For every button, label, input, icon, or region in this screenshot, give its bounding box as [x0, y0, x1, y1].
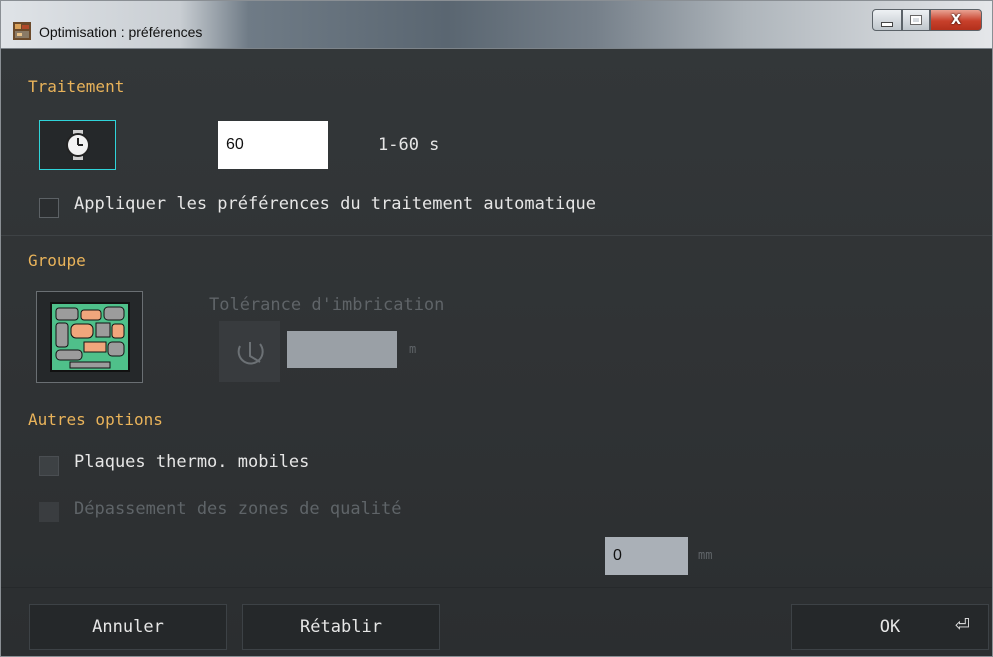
cancel-button-label: Annuler [92, 617, 164, 637]
reset-button-label: Rétablir [300, 617, 382, 637]
ok-button[interactable]: OK ⏎ [791, 604, 989, 650]
mobile-plates-label: Plaques thermo. mobiles [74, 452, 310, 472]
maximize-button[interactable] [902, 9, 930, 31]
mobile-plates-checkbox[interactable] [39, 456, 59, 476]
enter-key-icon: ⏎ [954, 615, 970, 636]
quality-zone-unit: mm [698, 548, 713, 562]
section-title-autres-options: Autres options [28, 410, 163, 429]
tolerance-label: Tolérance d'imbrication [209, 295, 445, 315]
close-icon: X [950, 12, 962, 28]
title-bar[interactable]: Optimisation : préférences X [1, 1, 992, 49]
tolerance-input [287, 331, 397, 368]
stopwatch-icon [65, 130, 90, 160]
dialog-content: Traitement 60 1-60 s Appliquer les préfé… [1, 49, 992, 656]
app-icon [13, 22, 31, 40]
group-nesting-button[interactable] [36, 291, 143, 383]
section-title-groupe: Groupe [28, 251, 86, 270]
section-divider [1, 235, 992, 236]
processing-time-range: 1-60 s [378, 135, 440, 155]
minimize-button[interactable] [872, 9, 902, 31]
section-title-traitement: Traitement [28, 77, 125, 96]
stopwatch-button[interactable] [39, 120, 116, 170]
window-controls: X [872, 9, 982, 31]
nesting-layout-icon [49, 302, 130, 372]
footer-divider [1, 587, 992, 588]
reset-button[interactable]: Rétablir [242, 604, 440, 650]
radius-tolerance-icon [237, 341, 264, 364]
minimize-icon [881, 21, 893, 27]
ok-button-label: OK [879, 617, 901, 637]
preferences-dialog: Optimisation : préférences X Traitement [0, 0, 993, 657]
apply-auto-checkbox[interactable] [39, 198, 59, 218]
quality-zone-label: Dépassement des zones de qualité [74, 499, 402, 519]
cancel-button[interactable]: Annuler [29, 604, 227, 650]
apply-auto-label: Appliquer les préférences du traitement … [74, 194, 596, 214]
maximize-icon [910, 15, 922, 25]
close-button[interactable]: X [930, 9, 982, 31]
window-title: Optimisation : préférences [39, 24, 203, 40]
processing-time-input[interactable]: 60 [218, 121, 328, 169]
tolerance-unit: m [409, 342, 417, 356]
tolerance-icon-button [219, 321, 280, 382]
quality-zone-input: 0 [605, 537, 688, 575]
quality-zone-checkbox [39, 502, 59, 522]
